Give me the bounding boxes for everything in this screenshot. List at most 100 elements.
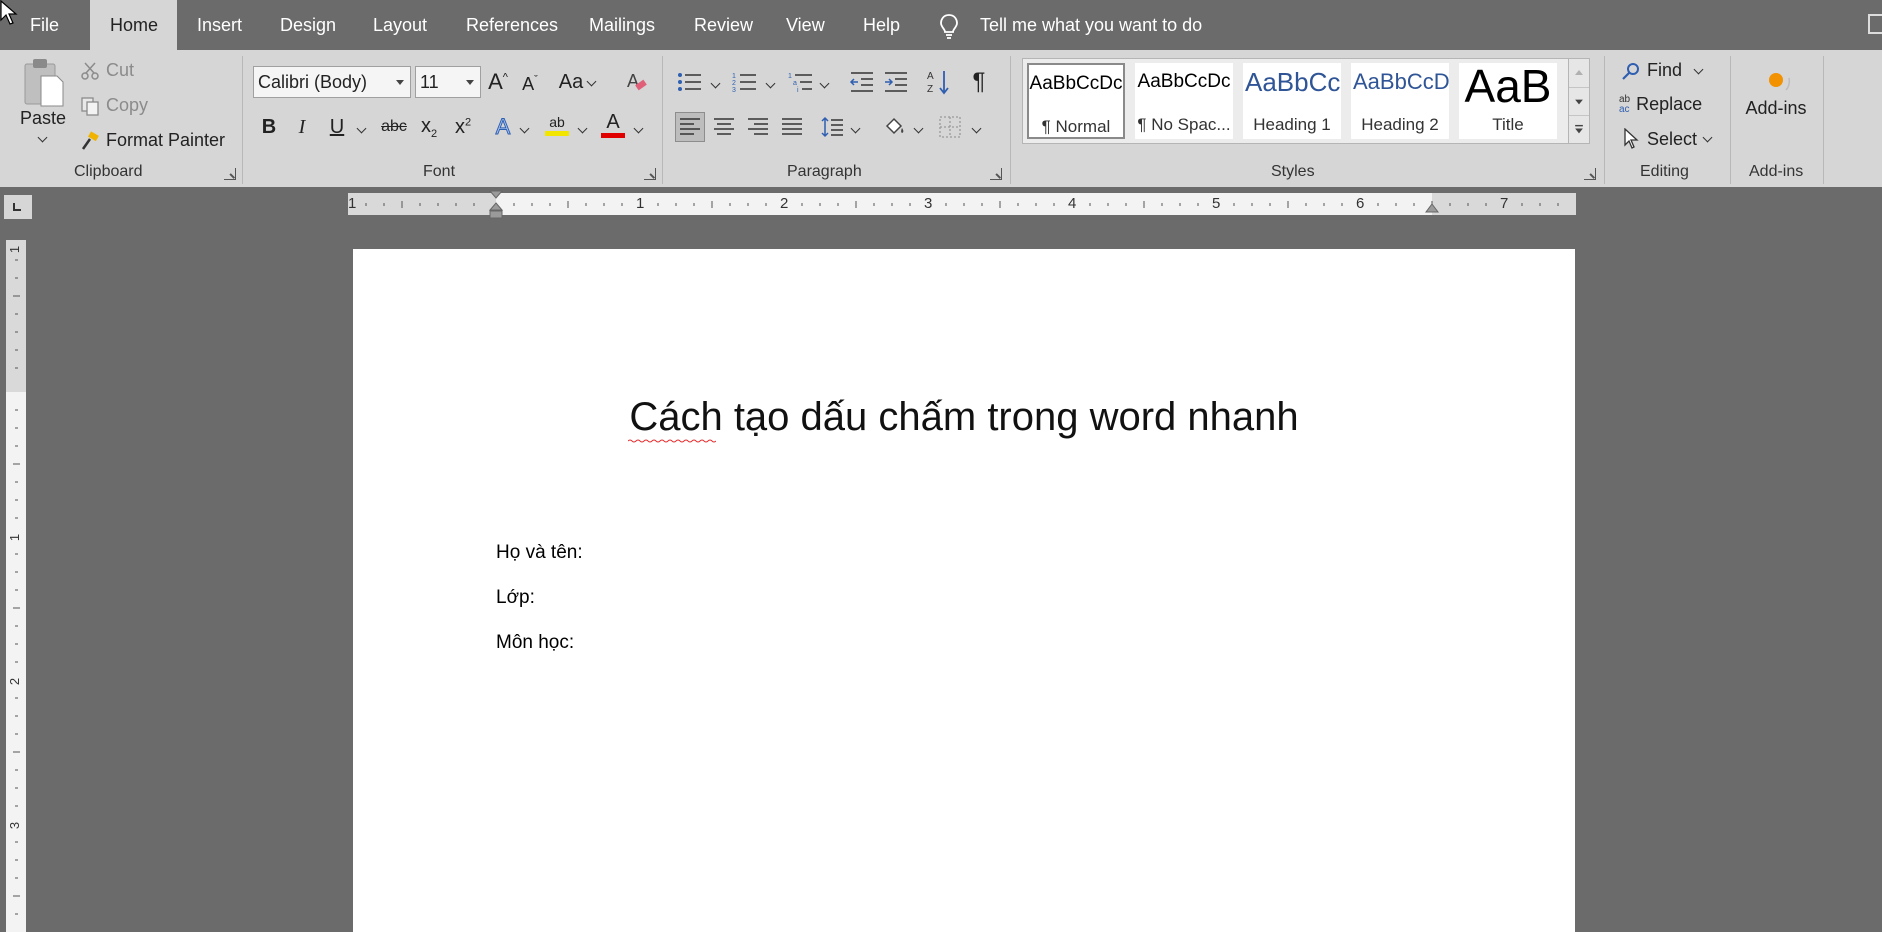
decrease-indent-button[interactable] xyxy=(847,67,877,97)
bold-button[interactable]: B xyxy=(254,112,284,142)
vertical-ruler[interactable]: 1 1 2 3 xyxy=(6,240,26,932)
increase-indent-icon xyxy=(885,72,907,92)
paragraph-line[interactable]: Môn học: xyxy=(496,632,574,654)
line-spacing-button[interactable] xyxy=(817,112,847,142)
numbering-dropdown-icon[interactable] xyxy=(766,77,776,87)
paste-dropdown-icon[interactable] xyxy=(38,131,48,141)
italic-button[interactable]: I xyxy=(287,112,317,142)
sort-button[interactable]: A Z xyxy=(924,67,954,97)
borders-dropdown-icon[interactable] xyxy=(972,122,982,132)
select-button[interactable]: Select xyxy=(1623,128,1713,150)
tab-layout[interactable]: Layout xyxy=(353,0,447,50)
font-name-dropdown-icon[interactable] xyxy=(396,80,404,85)
tab-file[interactable]: File xyxy=(10,0,79,50)
style-no-spacing[interactable]: AaBbCcDc ¶ No Spac... xyxy=(1135,63,1233,139)
paste-button[interactable]: Paste xyxy=(18,56,68,156)
tab-view[interactable]: View xyxy=(766,0,845,50)
font-name-combo[interactable]: Calibri (Body) xyxy=(253,66,411,98)
style-heading-1[interactable]: AaBbCc Heading 1 xyxy=(1243,63,1341,139)
text-effects-dropdown-icon[interactable] xyxy=(520,122,530,132)
increase-indent-button[interactable] xyxy=(881,67,911,97)
subscript-label: x2 xyxy=(420,114,438,140)
find-dropdown-icon[interactable] xyxy=(1694,63,1704,73)
addins-button[interactable]: Add-ins xyxy=(1742,62,1810,119)
paragraph-launcher-icon[interactable] xyxy=(990,168,1002,180)
replace-button[interactable]: ab ac Replace xyxy=(1619,94,1702,115)
borders-button[interactable] xyxy=(935,112,965,142)
tab-mailings[interactable]: Mailings xyxy=(569,0,675,50)
align-left-button[interactable] xyxy=(675,112,705,142)
tab-selector[interactable] xyxy=(4,195,32,219)
right-indent-marker-icon[interactable] xyxy=(1425,203,1439,217)
copy-button[interactable]: Copy xyxy=(80,95,148,116)
highlight-button[interactable]: ab xyxy=(542,110,572,140)
horizontal-ruler[interactable]: 1 1 2 3 4 5 6 7 xyxy=(348,190,1576,219)
bullets-dropdown-icon[interactable] xyxy=(711,77,721,87)
numbering-icon: 1 2 3 xyxy=(732,73,756,93)
style-normal[interactable]: AaBbCcDc ¶ Normal xyxy=(1027,63,1125,139)
highlight-dropdown-icon[interactable] xyxy=(578,122,588,132)
find-button[interactable]: Find xyxy=(1621,60,1704,81)
line-spacing-dropdown-icon[interactable] xyxy=(851,122,861,132)
superscript-button[interactable]: x2 xyxy=(448,112,478,142)
svg-text:Z: Z xyxy=(927,84,933,95)
align-center-button[interactable] xyxy=(709,112,739,142)
tab-help[interactable]: Help xyxy=(843,0,920,50)
multilevel-dropdown-icon[interactable] xyxy=(820,77,830,87)
indent-marker-icon[interactable] xyxy=(489,190,503,220)
clipboard-launcher-icon[interactable] xyxy=(224,168,236,180)
font-size-dropdown-icon[interactable] xyxy=(466,80,474,85)
replace-label: Replace xyxy=(1636,94,1703,114)
bullets-button[interactable] xyxy=(675,67,705,97)
gallery-down-icon[interactable] xyxy=(1569,87,1589,115)
clear-formatting-button[interactable]: A xyxy=(622,67,652,97)
text-effects-button[interactable]: A xyxy=(488,112,518,142)
align-right-button[interactable] xyxy=(743,112,773,142)
styles-launcher-icon[interactable] xyxy=(1584,168,1596,180)
tab-design[interactable]: Design xyxy=(260,0,356,50)
paste-icon xyxy=(24,59,64,107)
format-painter-button[interactable]: Format Painter xyxy=(80,130,225,151)
shading-dropdown-icon[interactable] xyxy=(914,122,924,132)
tab-references[interactable]: References xyxy=(446,0,578,50)
font-color-dropdown-icon[interactable] xyxy=(634,122,644,132)
select-dropdown-icon[interactable] xyxy=(1703,131,1713,141)
underline-dropdown-icon[interactable] xyxy=(357,122,367,132)
group-divider xyxy=(242,56,243,184)
select-label: Select xyxy=(1647,128,1698,149)
strikethrough-button[interactable]: abc xyxy=(377,112,411,142)
shrink-font-button[interactable]: Aˇ xyxy=(515,69,545,99)
document-title[interactable]: Cách tạo dấu chấm trong word nhanh xyxy=(353,395,1575,440)
editing-group-label: Editing xyxy=(1640,163,1689,180)
subscript-button[interactable]: x2 xyxy=(414,112,444,142)
style-heading-2[interactable]: AaBbCcD Heading 2 xyxy=(1351,63,1449,139)
justify-icon xyxy=(782,118,802,135)
change-case-button[interactable]: Aa xyxy=(558,67,598,97)
tab-review[interactable]: Review xyxy=(674,0,773,50)
gallery-more-icon[interactable] xyxy=(1569,115,1589,143)
font-launcher-icon[interactable] xyxy=(644,168,656,180)
gallery-up-icon[interactable] xyxy=(1569,59,1589,87)
paragraph-line[interactable]: Lớp: xyxy=(496,587,535,609)
comments-icon[interactable] xyxy=(1868,14,1882,34)
mouse-pointer-icon xyxy=(0,0,18,25)
styles-gallery-scroll[interactable] xyxy=(1568,58,1590,144)
svg-text:1: 1 xyxy=(732,73,736,80)
tab-home[interactable]: Home xyxy=(90,0,177,50)
multilevel-list-button[interactable]: 1 a i xyxy=(786,67,816,97)
tab-insert[interactable]: Insert xyxy=(177,0,262,50)
justify-button[interactable] xyxy=(777,112,807,142)
style-title[interactable]: AaB Title xyxy=(1459,63,1557,139)
show-hide-marks-button[interactable]: ¶ xyxy=(964,67,994,97)
font-color-icon: A xyxy=(606,110,620,133)
paragraph-line[interactable]: Họ và tên: xyxy=(496,542,583,564)
cut-button[interactable]: Cut xyxy=(80,60,134,81)
numbering-button[interactable]: 1 2 3 xyxy=(730,67,760,97)
shading-button[interactable] xyxy=(880,112,910,142)
document-page[interactable]: Cách tạo dấu chấm trong word nhanh Họ và… xyxy=(353,249,1575,932)
underline-button[interactable]: U xyxy=(322,112,352,142)
bold-label: B xyxy=(261,115,277,138)
grow-font-button[interactable]: A^ xyxy=(483,67,513,97)
font-color-button[interactable]: A xyxy=(598,110,628,140)
font-size-combo[interactable]: 11 xyxy=(415,66,481,98)
